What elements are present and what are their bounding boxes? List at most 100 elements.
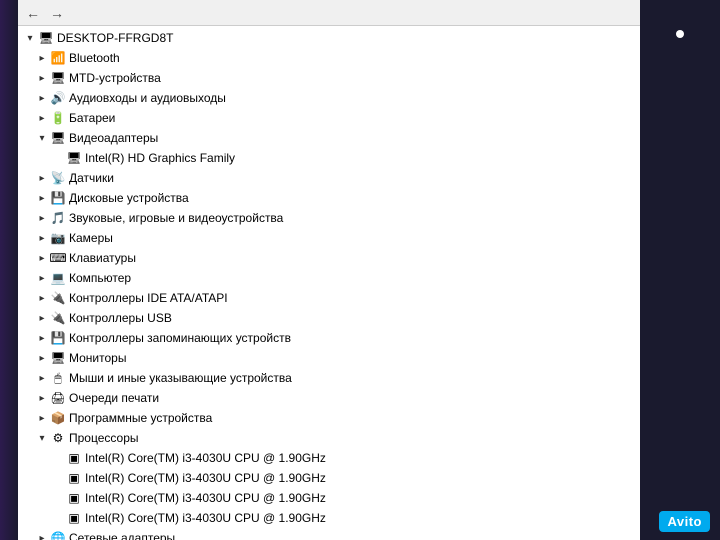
label-netadapters: Сетевые адаптеры (69, 528, 175, 540)
tree-item-gaming[interactable]: 🎵 Звуковые, игровые и видеоустройства (18, 208, 640, 228)
label-monitors: Мониторы (69, 348, 126, 368)
tree-item-battery[interactable]: 🔋 Батареи (18, 108, 640, 128)
label-printqueue: Очереди печати (69, 388, 159, 408)
chevron-monitors (34, 350, 50, 366)
left-edge (0, 0, 18, 540)
chevron-ide (34, 290, 50, 306)
chevron-computer (34, 270, 50, 286)
tree-item-ide[interactable]: 🔌 Контроллеры IDE ATA/ATAPI (18, 288, 640, 308)
chevron-bluetooth (34, 50, 50, 66)
chevron-battery (34, 110, 50, 126)
icon-processors: ⚙ (50, 430, 66, 446)
icon-mtd: 🖥 (50, 70, 66, 86)
label-videoadapters: Видеоадаптеры (69, 128, 158, 148)
icon-computer: 💻 (50, 270, 66, 286)
icon-bluetooth: 📶 (50, 50, 66, 66)
chevron-cameras (34, 230, 50, 246)
label-usb: Контроллеры USB (69, 308, 172, 328)
label-gaming: Звуковые, игровые и видеоустройства (69, 208, 283, 228)
icon-cpu4: ▣ (66, 510, 82, 526)
tree-item-audio[interactable]: 🔊 Аудиовходы и аудиовыходы (18, 88, 640, 108)
label-audio: Аудиовходы и аудиовыходы (69, 88, 226, 108)
tree-item-diskdrives[interactable]: 💾 Дисковые устройства (18, 188, 640, 208)
label-sensors: Датчики (69, 168, 114, 188)
chevron-usb (34, 310, 50, 326)
chevron-audio (34, 90, 50, 106)
tree-item-mtd[interactable]: 🖥 МТD-устройства (18, 68, 640, 88)
chevron-mice (34, 370, 50, 386)
root-chevron (22, 30, 38, 46)
white-dot (676, 30, 684, 38)
label-software: Программные устройства (69, 408, 212, 428)
tree-item-processors[interactable]: ⚙ Процессоры (18, 428, 640, 448)
chevron-software (34, 410, 50, 426)
tree-item-cpu2[interactable]: ▣ Intel(R) Core(TM) i3-4030U CPU @ 1.90G… (18, 468, 640, 488)
icon-cpu1: ▣ (66, 450, 82, 466)
tree-item-cpu4[interactable]: ▣ Intel(R) Core(TM) i3-4030U CPU @ 1.90G… (18, 508, 640, 528)
icon-mice: 🖱 (50, 370, 66, 386)
icon-software: 📦 (50, 410, 66, 426)
chevron-netadapters (34, 530, 50, 540)
tree-item-videoadapters[interactable]: 🖥 Видеоадаптеры (18, 128, 640, 148)
chevron-processors (34, 430, 50, 446)
tree-item-sensors[interactable]: 📡 Датчики (18, 168, 640, 188)
label-storage_ctrl: Контроллеры запоминающих устройств (69, 328, 291, 348)
label-cpu4: Intel(R) Core(TM) i3-4030U CPU @ 1.90GHz (85, 508, 326, 528)
label-battery: Батареи (69, 108, 115, 128)
label-cpu2: Intel(R) Core(TM) i3-4030U CPU @ 1.90GHz (85, 468, 326, 488)
chevron-sensors (34, 170, 50, 186)
forward-button[interactable]: → (46, 2, 68, 24)
label-cameras: Камеры (69, 228, 113, 248)
tree-root[interactable]: 🖥 DESKTOP-FFRGD8T (18, 28, 640, 48)
chevron-videoadapters (34, 130, 50, 146)
icon-gaming: 🎵 (50, 210, 66, 226)
label-processors: Процессоры (69, 428, 139, 448)
icon-ide: 🔌 (50, 290, 66, 306)
chevron-printqueue (34, 390, 50, 406)
device-manager-window: ← → 🖥 DESKTOP-FFRGD8T 📶 Bluetooth 🖥 МТD-… (18, 0, 640, 540)
device-tree[interactable]: 🖥 DESKTOP-FFRGD8T 📶 Bluetooth 🖥 МТD-устр… (18, 26, 640, 540)
icon-videoadapters: 🖥 (50, 130, 66, 146)
tree-item-keyboards[interactable]: ⌨ Клавиатуры (18, 248, 640, 268)
label-ide: Контроллеры IDE ATA/ATAPI (69, 288, 228, 308)
icon-battery: 🔋 (50, 110, 66, 126)
tree-item-intel_gpu[interactable]: 🖥 Intel(R) HD Graphics Family (18, 148, 640, 168)
label-cpu1: Intel(R) Core(TM) i3-4030U CPU @ 1.90GHz (85, 448, 326, 468)
icon-intel_gpu: 🖥 (66, 150, 82, 166)
icon-monitors: 🖥 (50, 350, 66, 366)
label-cpu3: Intel(R) Core(TM) i3-4030U CPU @ 1.90GHz (85, 488, 326, 508)
root-label: DESKTOP-FFRGD8T (57, 28, 173, 48)
icon-diskdrives: 💾 (50, 190, 66, 206)
label-keyboards: Клавиатуры (69, 248, 136, 268)
tree-item-storage_ctrl[interactable]: 💾 Контроллеры запоминающих устройств (18, 328, 640, 348)
icon-sensors: 📡 (50, 170, 66, 186)
tree-item-netadapters[interactable]: 🌐 Сетевые адаптеры (18, 528, 640, 540)
tree-item-software[interactable]: 📦 Программные устройства (18, 408, 640, 428)
tree-item-computer[interactable]: 💻 Компьютер (18, 268, 640, 288)
tree-item-cpu1[interactable]: ▣ Intel(R) Core(TM) i3-4030U CPU @ 1.90G… (18, 448, 640, 468)
tree-item-monitors[interactable]: 🖥 Мониторы (18, 348, 640, 368)
tree-item-printqueue[interactable]: 🖨 Очереди печати (18, 388, 640, 408)
tree-item-mice[interactable]: 🖱 Мыши и иные указывающие устройства (18, 368, 640, 388)
chevron-storage_ctrl (34, 330, 50, 346)
icon-printqueue: 🖨 (50, 390, 66, 406)
icon-cpu3: ▣ (66, 490, 82, 506)
back-button[interactable]: ← (22, 2, 44, 24)
right-panel (640, 0, 720, 540)
label-intel_gpu: Intel(R) HD Graphics Family (85, 148, 235, 168)
chevron-keyboards (34, 250, 50, 266)
toolbar: ← → (18, 0, 640, 26)
icon-storage_ctrl: 💾 (50, 330, 66, 346)
icon-cpu2: ▣ (66, 470, 82, 486)
chevron-mtd (34, 70, 50, 86)
label-bluetooth: Bluetooth (69, 48, 120, 68)
tree-item-cameras[interactable]: 📷 Камеры (18, 228, 640, 248)
tree-item-bluetooth[interactable]: 📶 Bluetooth (18, 48, 640, 68)
avito-badge: Avito (659, 511, 710, 532)
chevron-diskdrives (34, 190, 50, 206)
tree-item-cpu3[interactable]: ▣ Intel(R) Core(TM) i3-4030U CPU @ 1.90G… (18, 488, 640, 508)
icon-audio: 🔊 (50, 90, 66, 106)
chevron-gaming (34, 210, 50, 226)
icon-keyboards: ⌨ (50, 250, 66, 266)
tree-item-usb[interactable]: 🔌 Контроллеры USB (18, 308, 640, 328)
